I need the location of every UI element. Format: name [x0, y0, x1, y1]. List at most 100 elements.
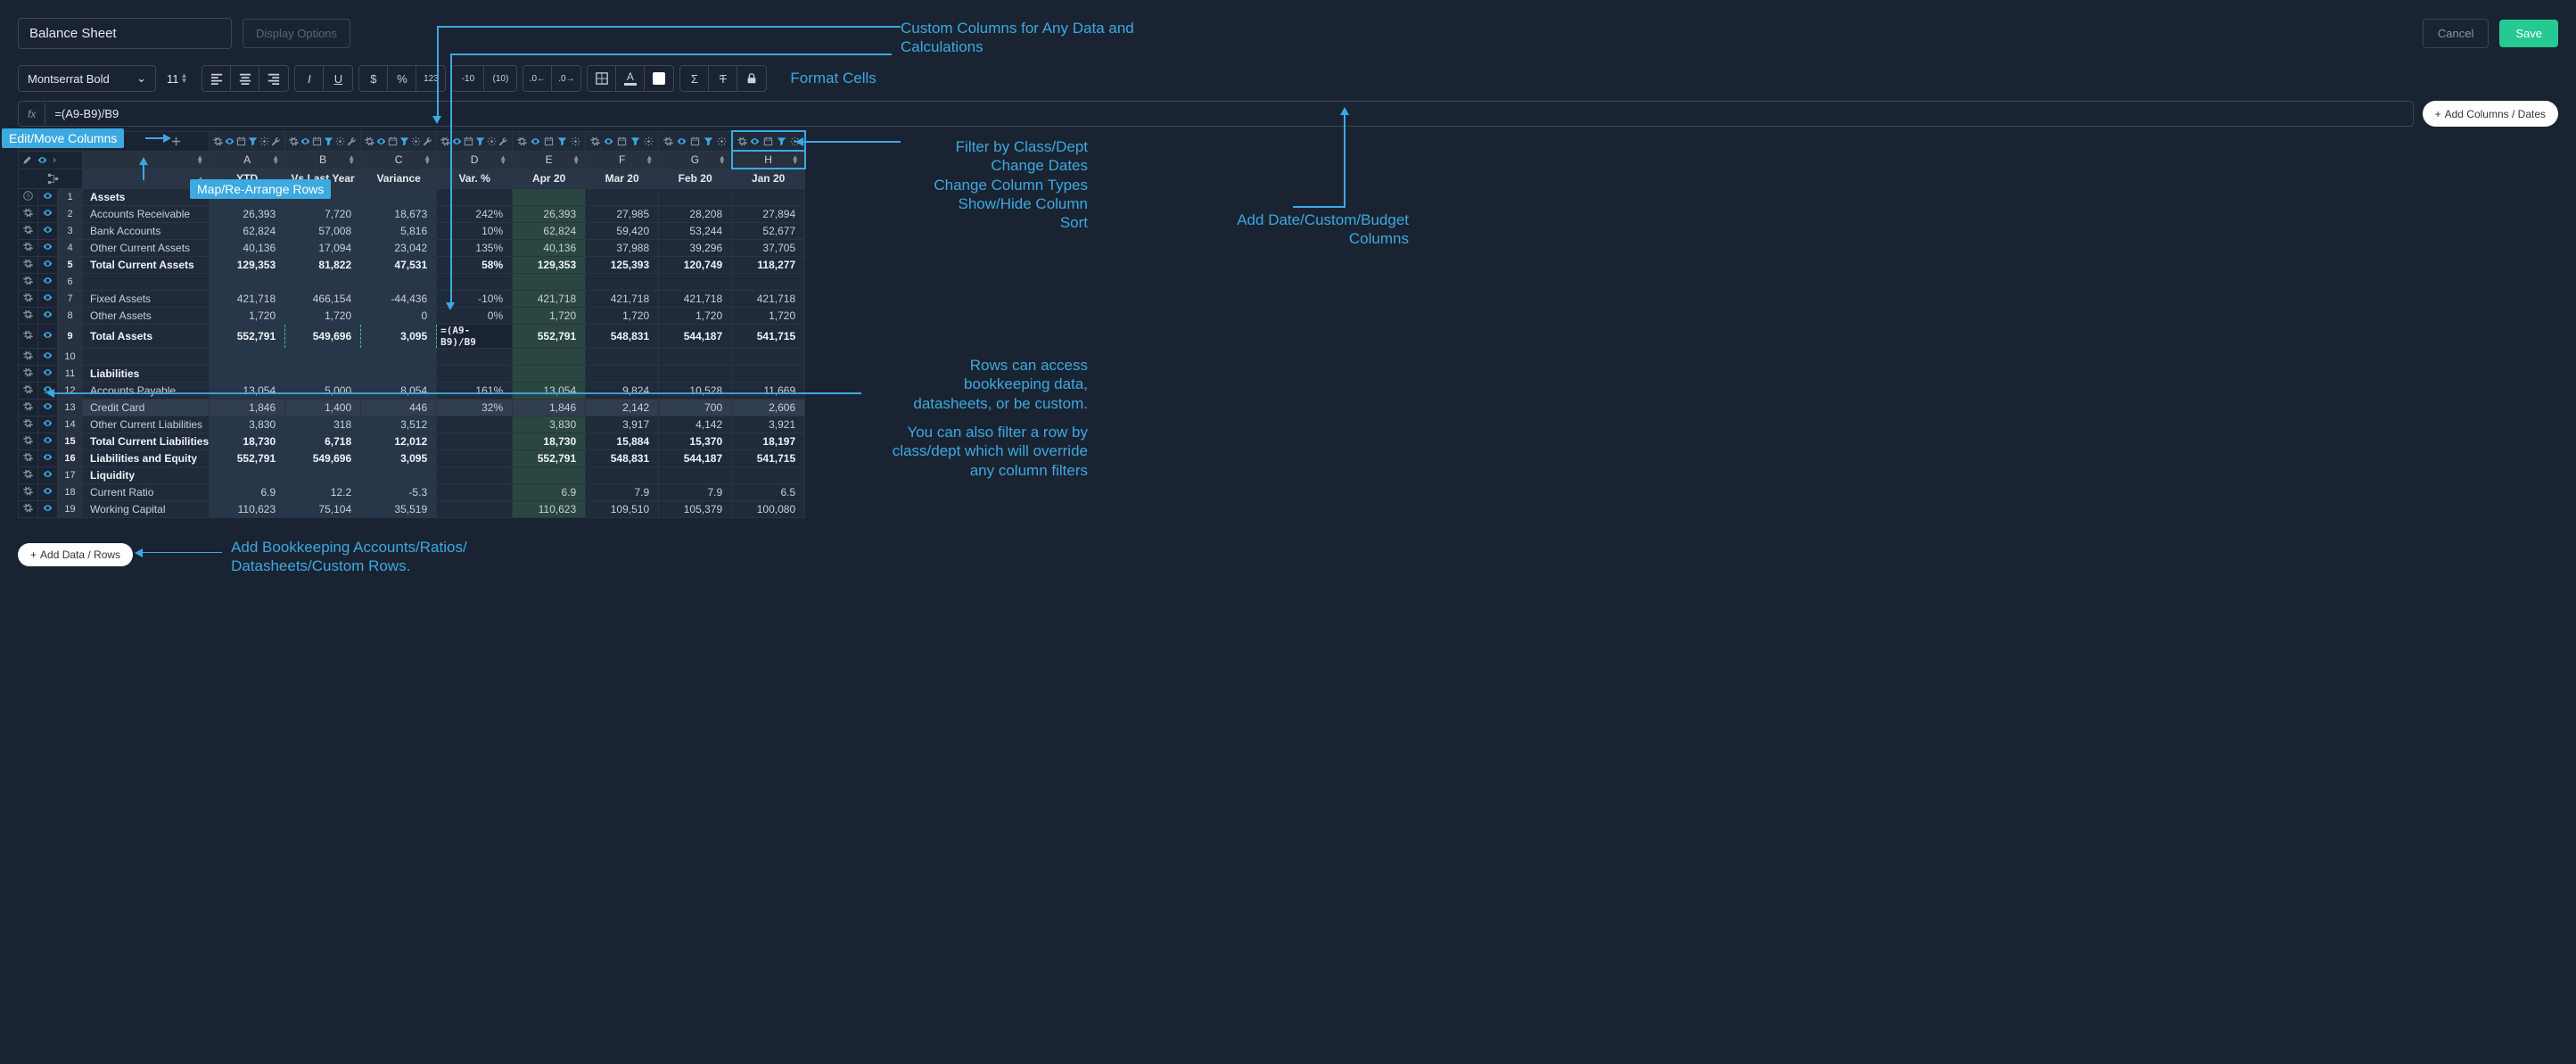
formula-input[interactable]	[45, 102, 2412, 126]
column-letter[interactable]: D▲▼	[437, 151, 513, 169]
cell[interactable]	[732, 466, 805, 483]
row-visibility[interactable]	[38, 500, 58, 517]
cell[interactable]: 81,822	[285, 256, 361, 273]
cell[interactable]	[437, 416, 513, 433]
cell[interactable]: 421,718	[210, 290, 285, 307]
cell[interactable]: 5,816	[361, 222, 437, 239]
cell[interactable]: 242%	[437, 205, 513, 222]
cell[interactable]	[586, 188, 659, 205]
cell[interactable]: 12.2	[285, 483, 361, 500]
row-settings[interactable]	[19, 239, 38, 256]
cell[interactable]: 552,791	[513, 324, 586, 348]
cell[interactable]	[437, 365, 513, 382]
row-label[interactable]: Liabilities and Equity	[83, 450, 210, 466]
eye-icon[interactable]	[531, 136, 540, 146]
row-label[interactable]: Other Current Liabilities	[83, 416, 210, 433]
neg-plain-button[interactable]: -10	[452, 66, 484, 91]
calendar-icon[interactable]	[464, 136, 473, 146]
row-label[interactable]: Total Assets	[83, 324, 210, 348]
cell[interactable]	[437, 466, 513, 483]
cell[interactable]: 125,393	[586, 256, 659, 273]
row-label[interactable]: Other Current Assets	[83, 239, 210, 256]
row-visibility[interactable]	[38, 450, 58, 466]
lock-button[interactable]	[737, 66, 766, 91]
row-number[interactable]: 10	[58, 348, 83, 365]
cell[interactable]: 17,094	[285, 239, 361, 256]
cell[interactable]: 541,715	[732, 450, 805, 466]
cell[interactable]: 1,720	[732, 307, 805, 324]
row-label[interactable]	[83, 273, 210, 290]
row-number[interactable]: 18	[58, 483, 83, 500]
gear-icon[interactable]	[571, 136, 580, 146]
percent-button[interactable]: %	[388, 66, 416, 91]
row-settings[interactable]	[19, 365, 38, 382]
cell[interactable]: 59,420	[586, 222, 659, 239]
neg-paren-button[interactable]: (10)	[484, 66, 516, 91]
row-label[interactable]: Liabilities	[83, 365, 210, 382]
cell[interactable]: 544,187	[659, 324, 732, 348]
funnel-icon[interactable]	[777, 136, 786, 146]
gear-icon[interactable]	[259, 136, 269, 146]
cell[interactable]: 3,095	[361, 324, 437, 348]
cell[interactable]: 318	[285, 416, 361, 433]
add-rows-button[interactable]: +Add Data / Rows	[18, 543, 133, 566]
cell[interactable]: 23,042	[361, 239, 437, 256]
row-visibility[interactable]	[38, 239, 58, 256]
row-number[interactable]: 11	[58, 365, 83, 382]
cell[interactable]: 120,749	[659, 256, 732, 273]
cell[interactable]	[732, 273, 805, 290]
cell[interactable]	[586, 365, 659, 382]
cell[interactable]	[210, 365, 285, 382]
cell[interactable]: 37,705	[732, 239, 805, 256]
row-label[interactable]: Total Current Assets	[83, 256, 210, 273]
eye-icon[interactable]	[604, 136, 613, 146]
cell[interactable]: 7,720	[285, 205, 361, 222]
dec-inc-button[interactable]: .0←	[523, 66, 552, 91]
cell[interactable]: 26,393	[210, 205, 285, 222]
column-letter[interactable]: E▲▼	[513, 151, 586, 169]
gear-icon[interactable]	[644, 136, 654, 146]
row-label[interactable]: Current Ratio	[83, 483, 210, 500]
row-label[interactable]: Bank Accounts	[83, 222, 210, 239]
row-number[interactable]: 7	[58, 290, 83, 307]
cell[interactable]	[513, 466, 586, 483]
cell[interactable]	[361, 365, 437, 382]
cell[interactable]: 1,400	[285, 399, 361, 416]
row-visibility[interactable]	[38, 348, 58, 365]
cell[interactable]: 100,080	[732, 500, 805, 517]
row-settings[interactable]	[19, 416, 38, 433]
cell[interactable]: 62,824	[513, 222, 586, 239]
move-icon[interactable]	[171, 136, 181, 146]
row-settings[interactable]	[19, 348, 38, 365]
cell[interactable]: -44,436	[361, 290, 437, 307]
eye-icon[interactable]	[225, 136, 235, 146]
row-visibility[interactable]	[38, 433, 58, 450]
cell[interactable]: 135%	[437, 239, 513, 256]
add-columns-button[interactable]: +Add Columns / Dates	[2423, 101, 2558, 127]
column-letter[interactable]: G▲▼	[659, 151, 732, 169]
row-visibility[interactable]	[38, 222, 58, 239]
row-visibility[interactable]	[38, 273, 58, 290]
cell[interactable]: 6.9	[513, 483, 586, 500]
cell[interactable]: 6.5	[732, 483, 805, 500]
calendar-icon[interactable]	[690, 136, 700, 146]
cell[interactable]: 3,830	[513, 416, 586, 433]
cell[interactable]: 28,208	[659, 205, 732, 222]
calendar-icon[interactable]	[312, 136, 322, 146]
gear-icon[interactable]	[440, 136, 450, 146]
cell[interactable]: 4,142	[659, 416, 732, 433]
cell[interactable]: 53,244	[659, 222, 732, 239]
cell[interactable]	[586, 348, 659, 365]
row-label[interactable]: Total Current Liabilities	[83, 433, 210, 450]
cell[interactable]	[285, 365, 361, 382]
cell[interactable]: 47,531	[361, 256, 437, 273]
row-visibility[interactable]	[38, 399, 58, 416]
cell[interactable]: 15,884	[586, 433, 659, 450]
cell[interactable]: 11,669	[732, 382, 805, 399]
text-color-button[interactable]: A	[616, 66, 645, 91]
gear-icon[interactable]	[663, 136, 673, 146]
cell[interactable]: 466,154	[285, 290, 361, 307]
cell[interactable]: 37,988	[586, 239, 659, 256]
gear-icon[interactable]	[411, 136, 421, 146]
cell[interactable]: 1,720	[586, 307, 659, 324]
